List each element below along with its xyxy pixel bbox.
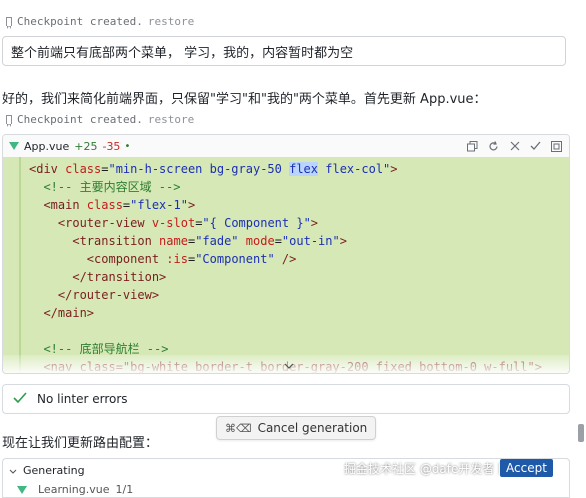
- linter-text: No linter errors: [37, 392, 128, 406]
- deletions-count: -35: [102, 139, 121, 153]
- code-token: "Component": [195, 252, 275, 266]
- additions-count: +25: [74, 139, 98, 153]
- code-token: >: [339, 234, 347, 248]
- code-line: </main>: [29, 304, 94, 322]
- unsaved-dot: •: [124, 140, 131, 152]
- assistant-message: 现在让我们更新路由配置：: [2, 436, 159, 451]
- accept-badge[interactable]: Accept: [500, 459, 553, 477]
- generating-file-row: Learning.vue 1/1: [17, 483, 133, 496]
- generating-filename[interactable]: Learning.vue: [38, 483, 110, 496]
- checkpoint-row: Checkpoint created. restore: [6, 111, 194, 127]
- code-line: <main class="flex-1">: [29, 196, 195, 214]
- code-line: <router-view v-slot="{ Component }">: [29, 214, 318, 232]
- code-diff-card: App.vue +25 -35 • <div class = "min-h-scre…: [2, 134, 570, 374]
- chevron-down-icon[interactable]: [9, 464, 17, 477]
- check-icon: [13, 391, 27, 407]
- code-token: <component: [29, 252, 167, 266]
- code-token: <div: [29, 162, 66, 176]
- restore-link[interactable]: restore: [148, 15, 194, 28]
- linter-status: No linter errors: [2, 384, 570, 414]
- code-token: "min-h-screen bg-gray-50: [108, 162, 290, 176]
- code-token: mode: [245, 234, 275, 248]
- code-token: </main>: [29, 306, 95, 320]
- bookmark-icon: [6, 114, 12, 127]
- code-token: "out-in": [281, 234, 340, 248]
- restore-link[interactable]: restore: [148, 113, 194, 126]
- scrollbar[interactable]: [578, 424, 584, 442]
- code-token: class: [86, 198, 123, 212]
- cancel-generation-label: Cancel generation: [257, 421, 368, 435]
- code-token: v-slot: [151, 216, 196, 230]
- refresh-icon[interactable]: [487, 140, 500, 153]
- check-icon[interactable]: [529, 140, 542, 153]
- cancel-generation-button[interactable]: ⌘⌫ Cancel generation: [216, 416, 377, 440]
- code-card-header: App.vue +25 -35 •: [3, 135, 569, 157]
- generating-label: Generating: [23, 463, 85, 477]
- code-token: <router-view: [29, 216, 152, 230]
- code-line: </router-view>: [29, 286, 159, 304]
- code-token: </router-view>: [29, 288, 160, 302]
- assistant-message: 好的，我们来简化前端界面，只保留"学习"和"我的"两个菜单。首先更新 App.v…: [2, 92, 487, 107]
- code-token: flex-col": [318, 162, 391, 176]
- code-token: "fade": [195, 234, 239, 248]
- code-token: >: [187, 198, 196, 212]
- code-line: <transition name="fade" mode="out-in">: [29, 232, 347, 250]
- code-line: <component :is="Component" />: [29, 250, 297, 268]
- code-token: >: [390, 162, 398, 176]
- vue-file-icon: [17, 485, 27, 494]
- chevron-down-icon[interactable]: [283, 361, 295, 371]
- code-line: </transition>: [29, 268, 166, 286]
- close-icon[interactable]: [508, 140, 521, 153]
- code-token: name: [159, 234, 188, 248]
- user-message-text: 整个前端只有底部两个菜单， 学习，我的，内容暂时都为空: [11, 45, 354, 61]
- code-token: :is: [166, 252, 188, 266]
- code-token: class: [65, 162, 102, 176]
- checkpoint-text: Checkpoint created.: [17, 112, 143, 126]
- code-filename[interactable]: App.vue: [24, 140, 69, 153]
- code-token: flex: [289, 162, 319, 176]
- code-line: <div class="min-h-screen bg-gray-50 flex…: [29, 160, 398, 178]
- copy-icon[interactable]: [466, 140, 479, 153]
- code-token: "{ Component }": [202, 216, 311, 230]
- code-token: "flex-1": [130, 198, 188, 212]
- generating-file-meta: 1/1: [115, 483, 134, 496]
- code-token: <!-- 主要内容区域 -->: [29, 180, 181, 194]
- bookmark-icon: [6, 16, 12, 29]
- apply-icon[interactable]: [550, 140, 563, 153]
- code-token: =: [274, 234, 282, 248]
- watermark: 掘金技术社区 @dafe开发者 阿乐: [344, 462, 523, 476]
- keyboard-shortcut: ⌘⌫: [225, 421, 252, 435]
- code-token: <transition: [29, 234, 160, 248]
- vue-file-icon: [9, 142, 19, 150]
- code-token: </transition>: [29, 270, 167, 284]
- code-token: <!-- 底部导航栏 -->: [29, 342, 169, 356]
- code-card-actions: [466, 140, 563, 153]
- code-line: <!-- 主要内容区域 -->: [29, 178, 180, 196]
- code-token: <main: [29, 198, 87, 212]
- code-diff-body[interactable]: <div class = "min-h-screen bg-gray-50 flex…: [3, 157, 569, 373]
- user-message-box[interactable]: 整个前端只有底部两个菜单， 学习，我的，内容暂时都为空: [2, 36, 566, 66]
- checkpoint-text: Checkpoint created.: [17, 14, 143, 28]
- code-token: >: [310, 216, 319, 230]
- checkpoint-row: Checkpoint created. restore: [6, 13, 194, 29]
- diff-rail: [19, 157, 21, 373]
- code-token: />: [274, 252, 297, 266]
